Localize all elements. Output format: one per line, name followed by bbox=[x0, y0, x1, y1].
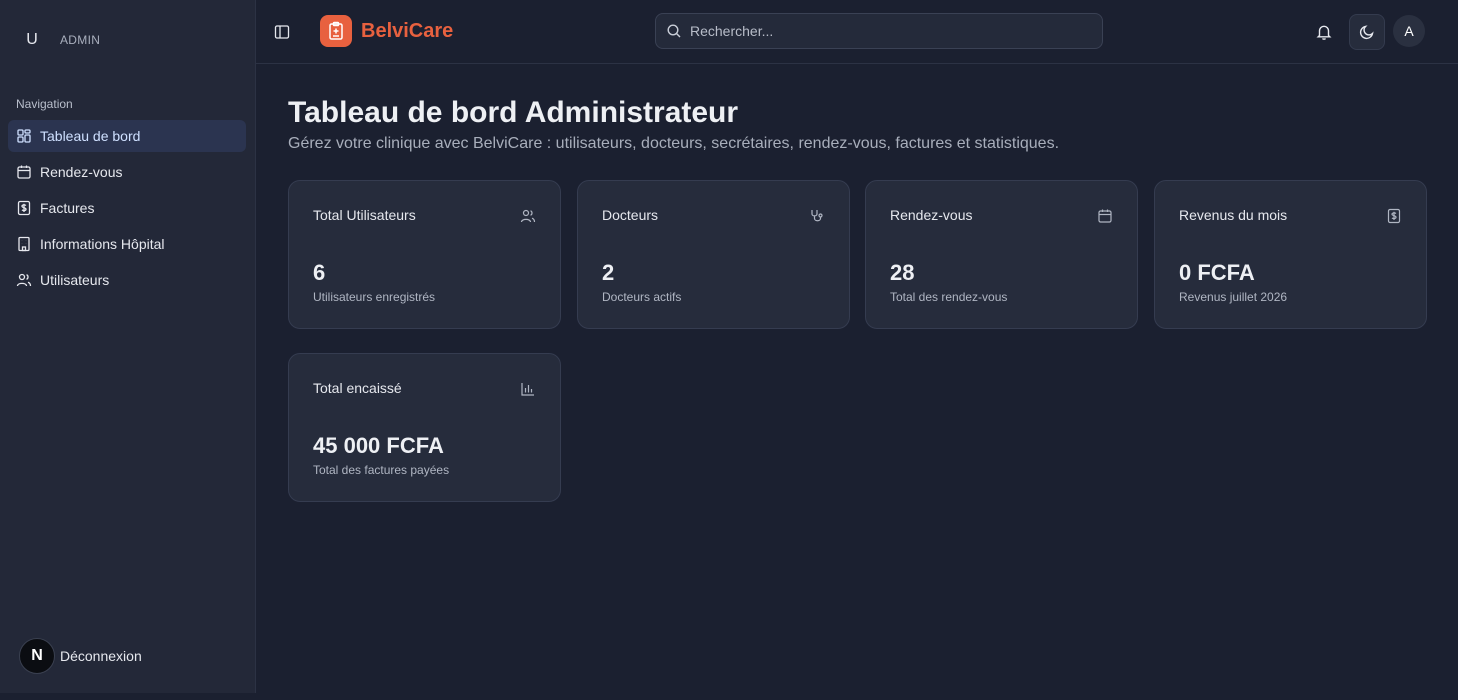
card-value: 45 000 FCFA bbox=[313, 433, 444, 458]
card-description: Total des rendez-vous bbox=[890, 290, 1008, 304]
sidebar-item-label: Rendez-vous bbox=[40, 164, 123, 180]
layout-grid-icon bbox=[16, 128, 32, 144]
sidebar-item-invoices[interactable]: Factures bbox=[8, 192, 246, 224]
card-value: 28 bbox=[890, 260, 915, 285]
card-description: Docteurs actifs bbox=[602, 290, 682, 304]
dollar-receipt-icon bbox=[16, 200, 32, 216]
card-value: 0 FCFA bbox=[1179, 260, 1255, 285]
search-box[interactable] bbox=[655, 13, 1103, 49]
moon-icon bbox=[1359, 24, 1375, 40]
dollar-receipt-icon bbox=[1386, 208, 1402, 224]
brand[interactable]: BelviCare bbox=[320, 15, 453, 47]
logout-label: Déconnexion bbox=[60, 648, 142, 664]
card-value: 2 bbox=[602, 260, 615, 285]
sidebar-item-label: Factures bbox=[40, 200, 95, 216]
sidebar-user: U ADMIN bbox=[20, 28, 100, 52]
logout-badge: N bbox=[19, 638, 55, 674]
sidebar-item-users[interactable]: Utilisateurs bbox=[8, 264, 246, 296]
bar-chart-icon bbox=[520, 381, 536, 397]
sidebar-item-label: Tableau de bord bbox=[40, 128, 141, 144]
card-value: 6 bbox=[313, 260, 326, 285]
calendar-icon bbox=[16, 164, 32, 180]
stethoscope-icon bbox=[809, 208, 825, 224]
card-title: Revenus du mois bbox=[1179, 207, 1288, 223]
sidebar-item-dashboard[interactable]: Tableau de bord bbox=[8, 120, 246, 152]
sidebar-toggle-icon[interactable] bbox=[274, 24, 290, 40]
stat-card-total-collected: Total encaissé 45 000 FCFA Total des fac… bbox=[288, 353, 561, 502]
nav-section-label: Navigation bbox=[16, 97, 73, 111]
card-description: Utilisateurs enregistrés bbox=[313, 290, 436, 304]
stat-card-monthly-revenue: Revenus du mois 0 FCFA Revenus juillet 2… bbox=[1154, 180, 1427, 329]
sidebar-item-appointments[interactable]: Rendez-vous bbox=[8, 156, 246, 188]
page-title: Tableau de bord Administrateur bbox=[288, 96, 739, 129]
search-icon bbox=[666, 23, 682, 39]
user-role: ADMIN bbox=[60, 33, 101, 47]
theme-toggle-button[interactable] bbox=[1349, 14, 1385, 50]
building-icon bbox=[16, 236, 32, 252]
sidebar-item-label: Utilisateurs bbox=[40, 272, 110, 288]
card-title: Rendez-vous bbox=[890, 207, 973, 223]
sidebar-item-label: Informations Hôpital bbox=[40, 236, 165, 252]
stat-card-doctors: Docteurs 2 Docteurs actifs bbox=[577, 180, 850, 329]
calendar-icon bbox=[1097, 208, 1113, 224]
sidebar-item-hospital-info[interactable]: Informations Hôpital bbox=[8, 228, 246, 260]
card-title: Docteurs bbox=[602, 207, 659, 223]
sidebar: U ADMIN Navigation Tableau de bord Rende… bbox=[0, 0, 256, 693]
users-icon bbox=[16, 272, 32, 288]
page-subtitle: Gérez votre clinique avec BelviCare : ut… bbox=[288, 135, 1060, 152]
logout-button[interactable]: N Déconnexion bbox=[19, 638, 142, 674]
card-description: Total des factures payées bbox=[313, 463, 450, 477]
sidebar-nav: Tableau de bord Rendez-vous Factures Inf… bbox=[8, 120, 246, 300]
hospital-logo-icon bbox=[320, 15, 352, 47]
card-title: Total Utilisateurs bbox=[313, 207, 416, 223]
users-icon bbox=[520, 208, 536, 224]
brand-name: BelviCare bbox=[361, 19, 454, 42]
search-input[interactable] bbox=[690, 23, 1090, 39]
user-initial: U bbox=[26, 31, 38, 48]
avatar[interactable]: A bbox=[1393, 15, 1425, 47]
card-title: Total encaissé bbox=[313, 380, 402, 396]
stat-card-appointments: Rendez-vous 28 Total des rendez-vous bbox=[865, 180, 1138, 329]
top-header: BelviCare A bbox=[256, 0, 1458, 64]
bell-icon[interactable] bbox=[1315, 23, 1333, 41]
stat-card-users: Total Utilisateurs 6 Utilisateurs enregi… bbox=[288, 180, 561, 329]
card-description: Revenus juillet 2026 bbox=[1179, 290, 1288, 304]
